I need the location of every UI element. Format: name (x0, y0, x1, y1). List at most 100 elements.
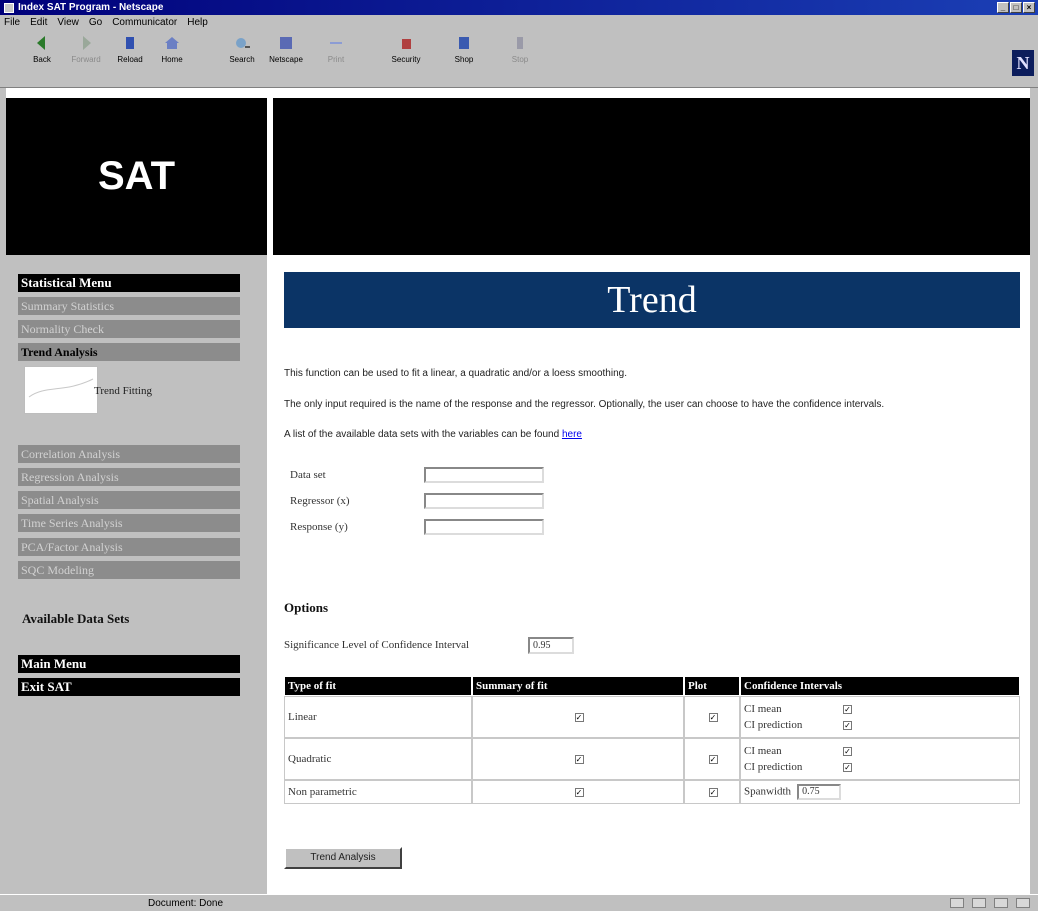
sidebar-item-summary-statistics[interactable]: Summary Statistics (18, 297, 240, 315)
menu-communicator[interactable]: Communicator (112, 17, 177, 28)
stop-button[interactable]: Stop (500, 34, 540, 76)
spanwidth-label: Spanwidth (744, 785, 792, 798)
security-icon (402, 39, 411, 49)
significance-level-input[interactable]: 0.95 (528, 637, 574, 654)
nonparametric-plot-checkbox[interactable]: ✓ (708, 788, 718, 797)
back-button[interactable]: Back (22, 34, 62, 76)
available-data-sets-link[interactable]: Available Data Sets (22, 611, 129, 627)
plot-cell: ✓ (684, 696, 740, 738)
significance-level-label: Significance Level of Confidence Interva… (284, 639, 470, 651)
options-heading: Options (284, 600, 329, 615)
table-header-row: Type of fit Summary of fit Plot Confiden… (284, 676, 1020, 696)
description-line-3: A list of the available data sets with t… (284, 429, 582, 440)
netscape-button[interactable]: Netscape (266, 34, 306, 76)
linear-ci-prediction-label: CI prediction (744, 719, 803, 731)
shop-icon (459, 37, 469, 49)
quadratic-ci-mean-checkbox[interactable]: ✓ (843, 746, 852, 756)
netscape-icon (280, 37, 292, 49)
summary-cell: ✓ (472, 738, 684, 780)
linear-summary-checkbox[interactable]: ✓ (574, 713, 584, 722)
sidebar-item-sqc-modeling[interactable]: SQC Modeling (18, 561, 240, 579)
sidebar-item-trend-analysis[interactable]: Trend Analysis (18, 343, 240, 361)
data-set-label: Data set (290, 469, 326, 481)
data-set-input[interactable] (424, 467, 544, 483)
summary-cell: ✓ (472, 696, 684, 738)
search-button[interactable]: Search (222, 34, 262, 76)
table-row-non-parametric: Non parametric ✓ ✓ Spanwidth 0.75 (284, 780, 1020, 804)
network-status-icon[interactable] (972, 898, 986, 908)
page-title: Trend (284, 272, 1020, 328)
quadratic-ci-prediction-checkbox[interactable]: ✓ (843, 762, 852, 772)
plot-cell: ✓ (684, 780, 740, 804)
sat-banner: SAT (6, 98, 267, 255)
response-label: Response (y) (290, 521, 348, 533)
navigation-toolbar: Back Forward Reload Home Search Netscape… (0, 30, 1038, 114)
print-label: Print (327, 55, 345, 64)
print-icon (330, 42, 342, 44)
sidebar-main-menu[interactable]: Main Menu (18, 655, 240, 673)
menu-edit[interactable]: Edit (30, 17, 47, 28)
menu-view[interactable]: View (57, 17, 79, 28)
menu-help[interactable]: Help (187, 17, 208, 28)
sidebar-item-pca-factor-analysis[interactable]: PCA/Factor Analysis (18, 538, 240, 556)
window-title: Index SAT Program - Netscape (18, 2, 164, 13)
status-text: Document: Done (148, 898, 224, 909)
forward-button[interactable]: Forward (66, 34, 106, 76)
shop-button[interactable]: Shop (444, 34, 484, 76)
sidebar-item-correlation-analysis[interactable]: Correlation Analysis (18, 445, 240, 463)
plot-cell: ✓ (684, 738, 740, 780)
linear-ci-prediction-checkbox[interactable]: ✓ (843, 720, 852, 730)
stop-icon (517, 37, 523, 49)
security-status-icon[interactable] (950, 898, 964, 908)
forward-arrow-icon (83, 36, 91, 50)
home-icon (165, 37, 179, 49)
header-banner (273, 98, 1030, 255)
reload-button[interactable]: Reload (110, 34, 150, 76)
sidebar-exit-sat[interactable]: Exit SAT (18, 678, 240, 696)
sidebar-item-spatial-analysis[interactable]: Spatial Analysis (18, 491, 240, 509)
linear-ci-mean-checkbox[interactable]: ✓ (843, 704, 852, 714)
data-sets-here-link[interactable]: here (562, 429, 582, 440)
home-button[interactable]: Home (152, 34, 192, 76)
print-button[interactable]: Print (316, 34, 356, 76)
status-bar: Document: Done (0, 894, 1038, 911)
maximize-button[interactable]: □ (1010, 2, 1022, 13)
sidebar-item-time-series-analysis[interactable]: Time Series Analysis (18, 514, 240, 532)
reload-icon (126, 37, 134, 49)
composer-status-icon[interactable] (1016, 898, 1030, 908)
summary-cell: ✓ (472, 780, 684, 804)
fit-type-linear: Linear (284, 696, 472, 738)
mail-status-icon[interactable] (994, 898, 1008, 908)
linear-ci-mean-label: CI mean (744, 703, 782, 715)
regressor-input[interactable] (424, 493, 544, 509)
spanwidth-input[interactable]: 0.75 (797, 784, 842, 800)
security-label: Security (391, 55, 421, 64)
search-label: Search (229, 55, 255, 64)
stop-label: Stop (511, 55, 529, 64)
trend-analysis-button[interactable]: Trend Analysis (284, 847, 402, 869)
trend-fitting-link[interactable]: Trend Fitting (94, 385, 152, 397)
nonparametric-summary-checkbox[interactable]: ✓ (574, 788, 584, 797)
linear-plot-checkbox[interactable]: ✓ (708, 713, 718, 722)
quadratic-summary-checkbox[interactable]: ✓ (574, 755, 584, 764)
netscape-label: Netscape (269, 55, 303, 64)
regressor-label: Regressor (x) (290, 495, 350, 507)
forward-label: Forward (71, 55, 101, 64)
shop-label: Shop (454, 55, 474, 64)
description-line-1: This function can be used to fit a linea… (284, 368, 627, 379)
minimize-button[interactable]: _ (997, 2, 1009, 13)
reload-label: Reload (117, 55, 143, 64)
menu-go[interactable]: Go (89, 17, 102, 28)
response-input[interactable] (424, 519, 544, 535)
security-button[interactable]: Security (386, 34, 426, 76)
close-button[interactable]: × (1023, 2, 1035, 13)
trend-fitting-thumbnail[interactable] (24, 366, 98, 414)
quadratic-plot-checkbox[interactable]: ✓ (708, 755, 718, 764)
table-row-quadratic: Quadratic ✓ ✓ CI mean ✓ CI prediction ✓ (284, 738, 1020, 780)
sidebar-item-regression-analysis[interactable]: Regression Analysis (18, 468, 240, 486)
quadratic-ci-prediction-label: CI prediction (744, 761, 803, 773)
sidebar-statistical-menu[interactable]: Statistical Menu (18, 274, 240, 292)
menu-file[interactable]: File (4, 17, 20, 28)
netscape-logo[interactable]: N (1012, 50, 1034, 76)
sidebar-item-normality-check[interactable]: Normality Check (18, 320, 240, 338)
